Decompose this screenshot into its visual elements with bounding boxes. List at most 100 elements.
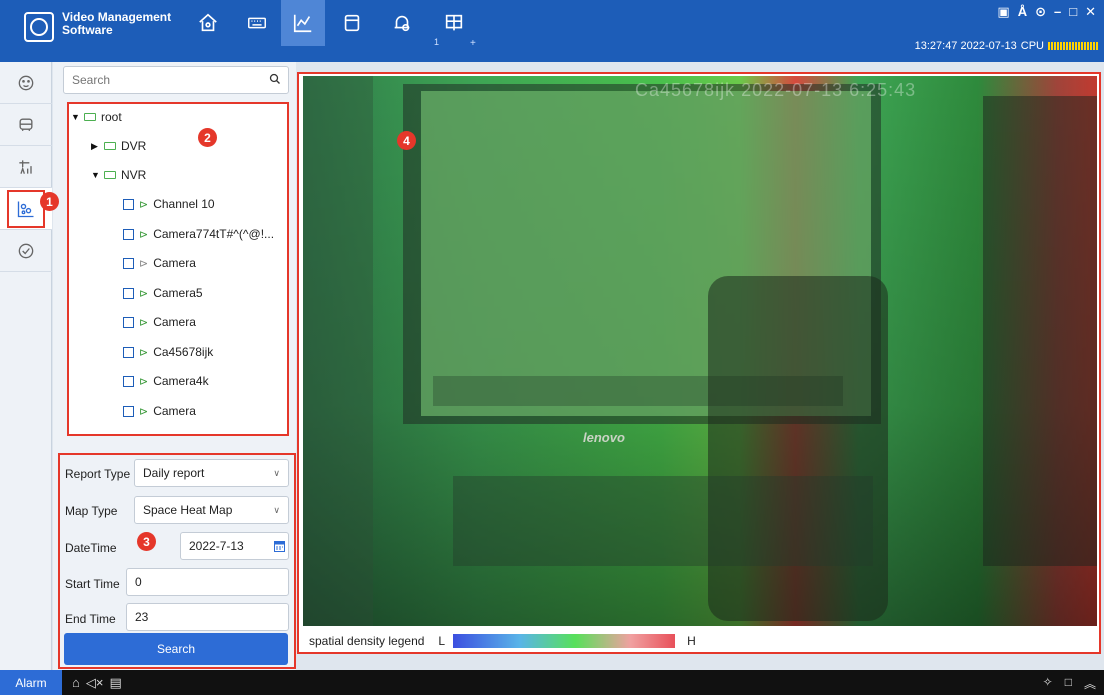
- screenshot-icon[interactable]: ▣: [997, 4, 1009, 20]
- end-time-input[interactable]: 23: [126, 603, 289, 631]
- legend-label: spatial density legend: [309, 634, 425, 648]
- nav-tab-keyboard[interactable]: [235, 0, 279, 46]
- rail-item-vehicle[interactable]: [0, 104, 52, 146]
- heatmap-icon: [17, 201, 34, 217]
- map-type-label: Map Type: [65, 504, 118, 518]
- report-type-select[interactable]: Daily report ∨: [134, 459, 289, 487]
- chevron-down-icon: ∨: [273, 505, 280, 515]
- collapse-icon[interactable]: ▶: [91, 141, 99, 152]
- channel-checkbox[interactable]: [123, 316, 134, 328]
- tree-node-label: DVR: [121, 139, 147, 153]
- status-bar: Alarm ⌂ ◁× ▤ ✧ □ ︽: [0, 670, 1104, 695]
- window-icon[interactable]: □: [1065, 675, 1072, 692]
- pin-icon[interactable]: ✧: [1043, 675, 1053, 692]
- add-tab-icon[interactable]: +: [470, 38, 476, 49]
- check-icon: [18, 243, 34, 258]
- tree-channel[interactable]: ⊳ Camera774tT#^(^@!...: [123, 225, 274, 243]
- channel-checkbox[interactable]: [123, 346, 134, 358]
- datetime-field[interactable]: 2022-7-13: [180, 532, 289, 560]
- alarm-button[interactable]: Alarm: [0, 670, 62, 695]
- home-icon: [199, 13, 217, 32]
- cpu-usage-bar: [1048, 42, 1098, 50]
- camera-icon: ⊳: [139, 405, 149, 418]
- tree-node-dvr[interactable]: ▶ DVR: [91, 137, 146, 155]
- camera-icon: ⊳: [139, 316, 149, 329]
- channel-label: Camera: [153, 315, 196, 329]
- user-icon[interactable]: Å: [1018, 4, 1027, 20]
- tree-node-nvr[interactable]: ▼ NVR: [91, 166, 146, 184]
- minimize-button[interactable]: –: [1054, 4, 1061, 20]
- collapse-up-icon[interactable]: ︽: [1084, 675, 1096, 692]
- channel-label: Camera774tT#^(^@!...: [153, 227, 275, 241]
- device-tree: ▼ root ▶ DVR ▼ NVR ⊳ Channel 10 ⊳ Camera…: [67, 102, 289, 436]
- rail-item-people-count[interactable]: [0, 146, 52, 188]
- tree-channel[interactable]: ⊳ Ca45678ijk: [123, 343, 213, 361]
- heatmap-viewer: Ca45678ijk 2022-07-13 6:25:43 lenovo spa…: [297, 72, 1101, 654]
- clear-alarm-icon[interactable]: ▤: [109, 675, 121, 691]
- heatmap-panel: ▼ root ▶ DVR ▼ NVR ⊳ Channel 10 ⊳ Camera…: [53, 62, 296, 670]
- system-status: 13:27:47 2022-07-13 CPU: [915, 40, 1098, 52]
- channel-checkbox[interactable]: [123, 228, 134, 240]
- tree-channel[interactable]: ⊳ Camera: [123, 402, 196, 420]
- report-form: Report Type Daily report ∨ Map Type Spac…: [58, 453, 296, 669]
- calendar-icon[interactable]: [274, 540, 285, 552]
- channel-checkbox[interactable]: [123, 375, 134, 387]
- title-bar: Video Management Software 1 + ▣ Å ⊙ – □ …: [0, 0, 1104, 62]
- device-search-input[interactable]: [64, 67, 254, 93]
- rail-item-check[interactable]: [0, 230, 52, 272]
- report-type-label: Report Type: [65, 467, 131, 481]
- channel-label: Channel 10: [153, 197, 215, 211]
- tree-channel[interactable]: ⊳ Camera5: [123, 284, 203, 302]
- end-time-value: 23: [135, 610, 149, 624]
- cpu-label: CPU: [1020, 40, 1044, 52]
- start-time-input[interactable]: 0: [126, 568, 289, 596]
- legend-gradient-bar: [453, 634, 676, 648]
- alarm-bell-icon[interactable]: ⌂: [72, 675, 80, 690]
- camera-offline-icon: ⊳: [139, 257, 149, 270]
- tree-channel[interactable]: ⊳ Camera4k: [123, 372, 209, 390]
- callout-marker-1: 1: [40, 192, 59, 211]
- nav-tab-home[interactable]: [186, 0, 230, 46]
- heatmap-scene: [303, 76, 1097, 626]
- tree-node-label: NVR: [121, 168, 147, 182]
- channel-label: Ca45678ijk: [153, 345, 214, 359]
- legend-low-label: L: [438, 634, 446, 648]
- report-type-value: Daily report: [143, 466, 205, 480]
- chart-icon: [293, 14, 312, 33]
- mute-icon[interactable]: ◁×: [86, 675, 104, 691]
- camera-icon: ⊳: [139, 346, 149, 359]
- search-button[interactable]: Search: [64, 633, 288, 665]
- tree-channel[interactable]: ⊳ Camera: [123, 254, 196, 272]
- search-icon[interactable]: [269, 73, 281, 85]
- channel-checkbox[interactable]: [123, 257, 134, 269]
- settings-icon[interactable]: ⊙: [1035, 4, 1046, 20]
- start-time-label: Start Time: [65, 577, 120, 591]
- channel-checkbox[interactable]: [123, 198, 134, 210]
- nav-tab-alarm-settings[interactable]: [380, 0, 424, 46]
- camera-icon: ⊳: [139, 228, 149, 241]
- device-group-icon: [104, 142, 116, 150]
- close-button[interactable]: ✕: [1085, 4, 1096, 20]
- clock: 13:27:47 2022-07-13: [914, 40, 1017, 52]
- nav-tab-storage[interactable]: [330, 0, 374, 46]
- maximize-button[interactable]: □: [1069, 4, 1077, 20]
- end-time-label: End Time: [65, 612, 116, 626]
- channel-checkbox[interactable]: [123, 405, 134, 417]
- channel-label: Camera5: [153, 286, 203, 300]
- status-bar-controls: ✧ □ ︽: [1043, 675, 1096, 692]
- map-type-value: Space Heat Map: [143, 503, 233, 517]
- expand-icon[interactable]: ▼: [91, 170, 100, 180]
- tree-node-root[interactable]: ▼ root: [71, 108, 122, 126]
- expand-icon[interactable]: ▼: [71, 112, 80, 122]
- channel-checkbox[interactable]: [123, 287, 134, 299]
- map-type-select[interactable]: Space Heat Map ∨: [134, 496, 289, 524]
- datetime-value: 2022-7-13: [189, 539, 244, 553]
- tree-channel[interactable]: ⊳ Channel 10: [123, 195, 215, 213]
- channel-label: Camera: [153, 256, 196, 270]
- rail-item-face[interactable]: [0, 62, 52, 104]
- density-legend: spatial density legend L H: [309, 634, 696, 648]
- people-count-icon: [19, 159, 32, 174]
- alarm-settings-icon: [394, 15, 410, 32]
- tree-channel[interactable]: ⊳ Camera: [123, 313, 196, 331]
- nav-tab-intelligent-analysis[interactable]: [281, 0, 325, 46]
